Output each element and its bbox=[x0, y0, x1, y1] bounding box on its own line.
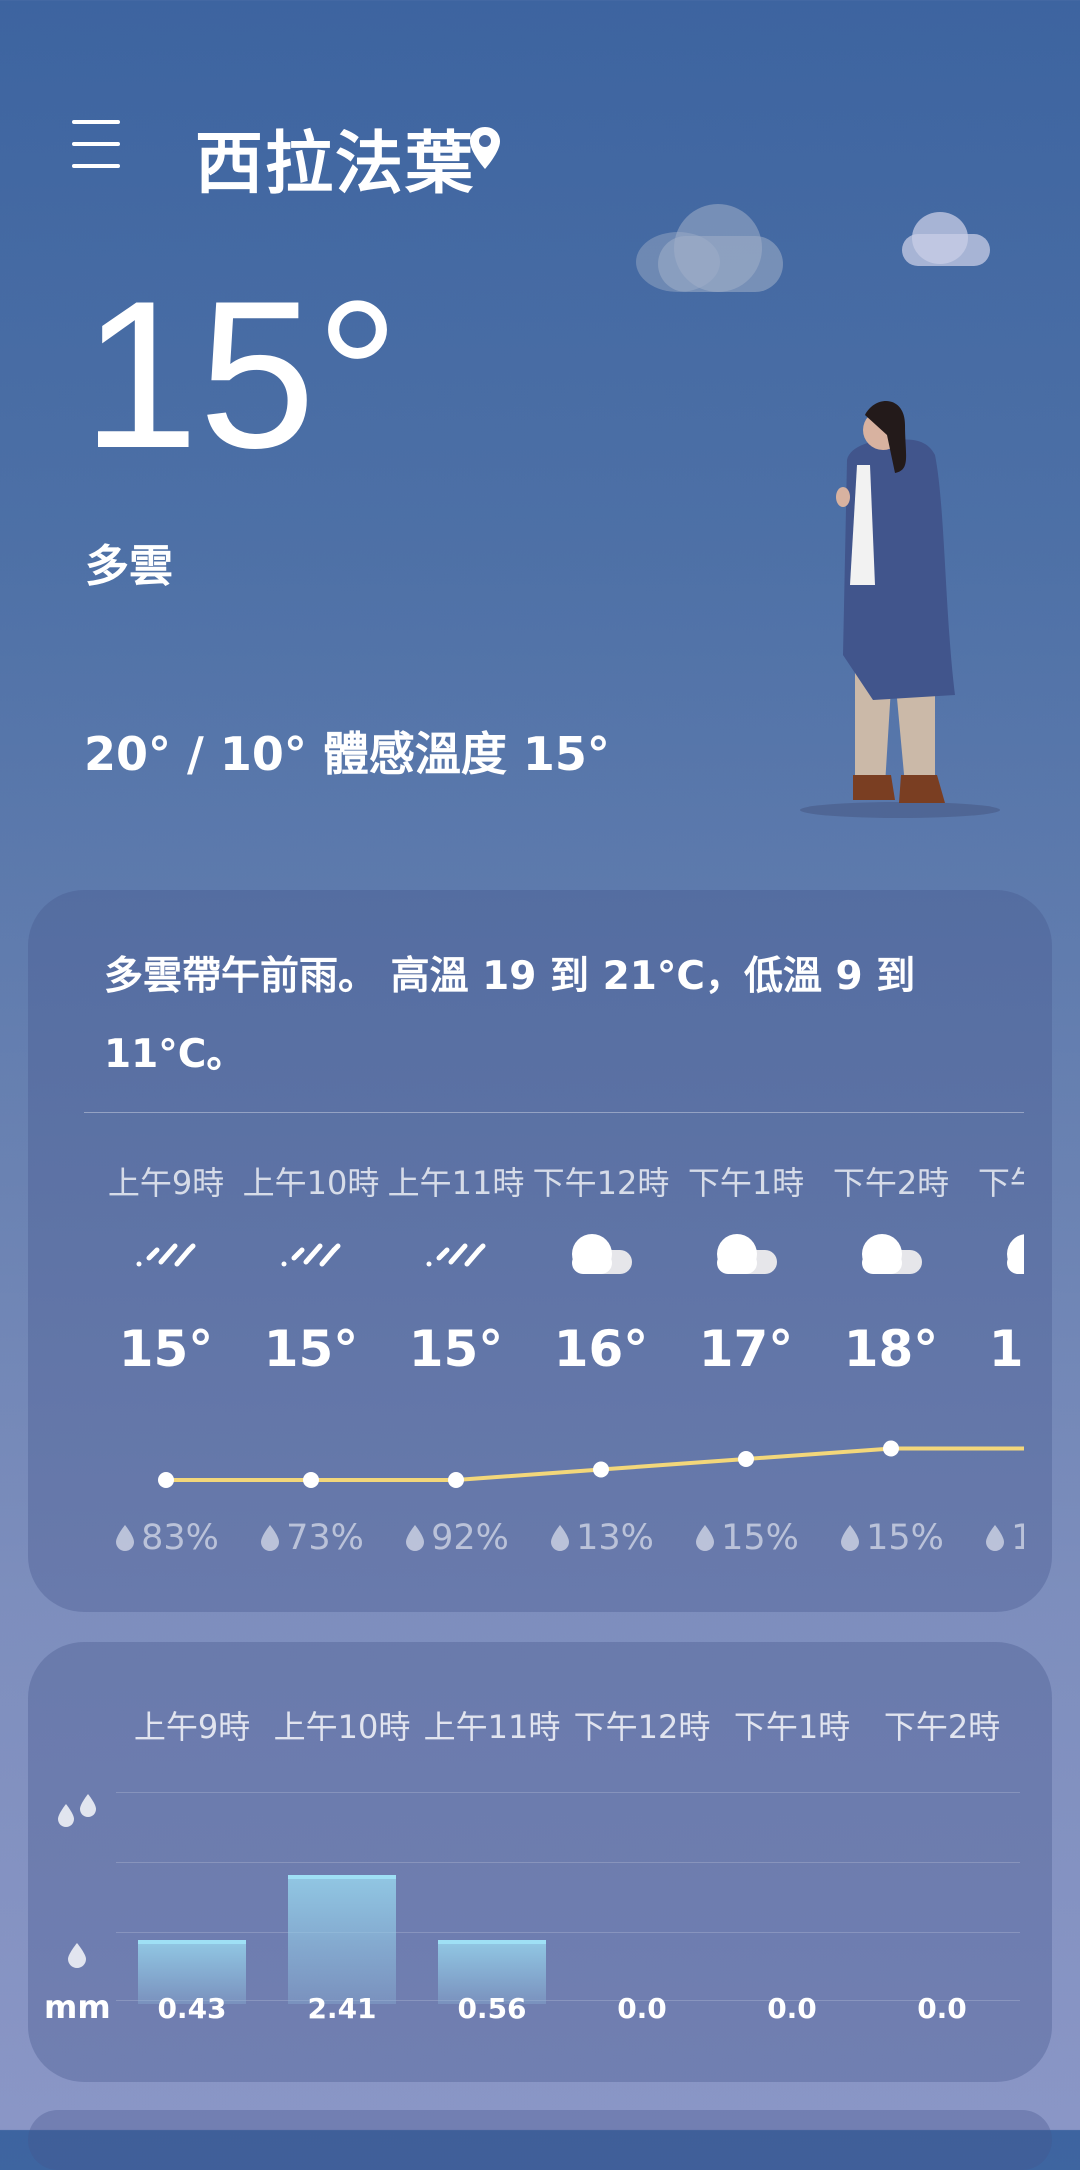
precip-hour-label: 下午12時 bbox=[573, 1708, 711, 1746]
precip-hour-label: 上午11時 bbox=[423, 1708, 561, 1746]
city-name[interactable]: 西拉法葉 bbox=[195, 108, 475, 207]
menu-icon[interactable] bbox=[72, 120, 120, 168]
divider bbox=[84, 1112, 1024, 1113]
current-temperature: 15° bbox=[82, 257, 400, 492]
temperature-point bbox=[883, 1440, 899, 1457]
temperature-point bbox=[158, 1472, 174, 1488]
cloud-icon bbox=[902, 212, 990, 266]
temperature-point bbox=[593, 1461, 609, 1478]
next-card bbox=[28, 2110, 1052, 2170]
precip-hour-label: 下午1時 bbox=[733, 1708, 851, 1746]
precipitation-card[interactable]: 上午9時 0.43 上午10時 2.41 上午11時 0.56 下午12時 0.0 下午1時 0.… bbox=[28, 1642, 1052, 2082]
precip-value: 2.41 bbox=[307, 1992, 377, 2025]
hourly-scroll[interactable]: 上午9時 15° 83% 上午10時 15° 73% 上午11時 15° 92% 下午12時 16°… bbox=[84, 1140, 1024, 1600]
temperature-point bbox=[448, 1472, 464, 1488]
gridline bbox=[116, 1932, 1020, 1933]
gridline bbox=[116, 1862, 1020, 1863]
precip-value: 0.0 bbox=[617, 1992, 667, 2025]
cloud-icon bbox=[636, 204, 783, 292]
person-illustration bbox=[800, 401, 1000, 818]
precip-unit: mm bbox=[44, 1988, 111, 2026]
location-pin-icon bbox=[470, 127, 500, 169]
precip-value: 0.0 bbox=[917, 1992, 967, 2025]
gridline bbox=[116, 1792, 1020, 1793]
hourly-forecast-card[interactable]: 多雲帶午前雨。 高溫 19 到 21°C，低溫 9 到 11°C。 上午9時 15… bbox=[28, 890, 1052, 1612]
forecast-summary: 多雲帶午前雨。 高溫 19 到 21°C，低溫 9 到 11°C。 bbox=[104, 954, 916, 1077]
raindrop-icon bbox=[68, 1943, 86, 1968]
precip-value: 0.56 bbox=[457, 1992, 527, 2025]
temperature-point bbox=[303, 1472, 319, 1488]
precip-value: 0.43 bbox=[157, 1992, 227, 2025]
high-low-feels-like: 20° / 10° 體感溫度 15° bbox=[84, 727, 610, 781]
precip-value: 0.0 bbox=[767, 1992, 817, 2025]
precip-bar bbox=[288, 1875, 396, 2004]
precip-hour-label: 上午10時 bbox=[273, 1708, 411, 1746]
precip-hour-label: 上午9時 bbox=[133, 1708, 251, 1746]
precip-hour-label: 下午2時 bbox=[883, 1708, 1001, 1746]
raindrops-icon bbox=[58, 1794, 96, 1827]
temperature-line bbox=[158, 1440, 1024, 1488]
current-condition: 多雲 bbox=[85, 541, 173, 592]
temperature-point bbox=[738, 1451, 754, 1467]
